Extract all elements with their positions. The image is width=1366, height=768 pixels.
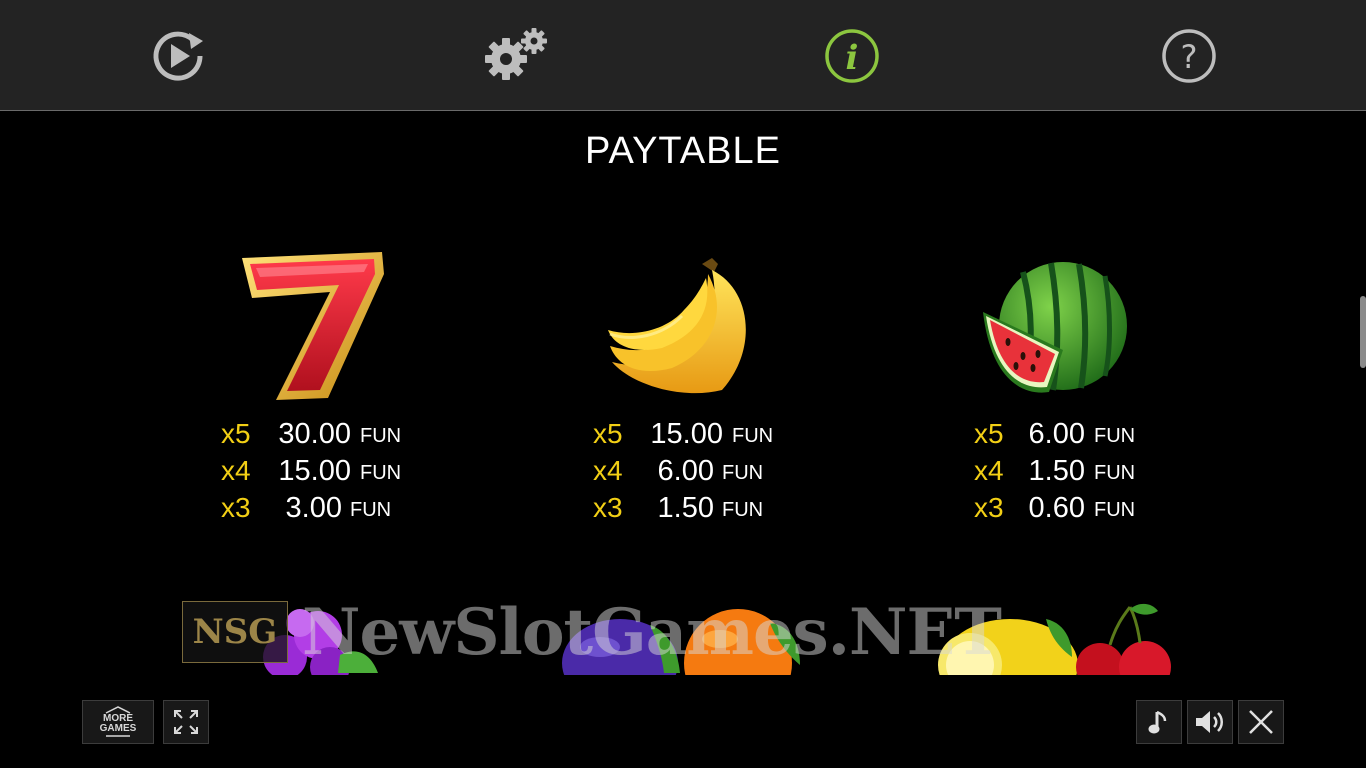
currency-unit: FUN [722, 462, 764, 484]
banana-icon [608, 258, 746, 394]
seven-icon [242, 252, 384, 400]
multiplier: x3 [221, 492, 251, 523]
svg-text:i: i [846, 38, 859, 78]
fullscreen-button[interactable] [163, 700, 209, 744]
payout-amount: 30.00 [278, 418, 351, 450]
more-games-button[interactable]: MORE GAMES [82, 700, 154, 744]
currency-unit: FUN [360, 462, 402, 484]
watermark: NSG NewSlotGames.NET [182, 595, 1002, 670]
info-button[interactable]: i [822, 26, 882, 86]
currency-unit: FUN [360, 425, 402, 447]
watermark-logo: NSG [182, 601, 288, 663]
top-toolbar: i ? [0, 0, 1366, 111]
payout-amount: 6.00 [657, 455, 714, 487]
music-button[interactable] [1136, 700, 1182, 744]
help-icon: ? [1162, 29, 1216, 83]
paytable-entry-seven: x5 30.00 FUN x4 15.00 FUN x3 3.00 FUN [130, 250, 490, 530]
currency-unit: FUN [1094, 462, 1136, 484]
pay-row: x3 0.60 FUN [873, 492, 1233, 529]
pay-row: x3 3.00 FUN [130, 492, 490, 529]
payout-amount: 3.00 [285, 492, 342, 524]
payout-amount: 15.00 [650, 418, 723, 450]
watermelon-icon [983, 262, 1127, 393]
payout-amount: 6.00 [1028, 418, 1085, 450]
underline-icon [106, 735, 130, 737]
pay-row: x5 6.00 FUN [873, 418, 1233, 455]
info-icon: i [825, 29, 879, 83]
pay-row: x4 1.50 FUN [873, 455, 1233, 492]
multiplier: x5 [221, 418, 251, 449]
payout-amount: 0.60 [1028, 492, 1085, 524]
music-icon [1148, 710, 1167, 734]
multiplier: x3 [593, 492, 623, 523]
pay-row: x5 30.00 FUN [130, 418, 490, 455]
close-icon [1249, 710, 1273, 734]
close-button[interactable] [1238, 700, 1284, 744]
pay-row: x5 15.00 FUN [502, 418, 862, 455]
multiplier: x4 [974, 455, 1004, 486]
currency-unit: FUN [350, 499, 392, 521]
multiplier: x3 [974, 492, 1004, 523]
watermark-text: NewSlotGames.NET [302, 594, 1002, 670]
gears-icon [485, 28, 547, 80]
cherries-icon [1076, 603, 1171, 675]
payout-amount: 15.00 [278, 455, 351, 487]
autoplay-icon [153, 31, 203, 81]
multiplier: x5 [974, 418, 1004, 449]
pay-row: x3 1.50 FUN [502, 492, 862, 529]
settings-button[interactable] [480, 26, 552, 86]
currency-unit: FUN [1094, 499, 1136, 521]
svg-text:?: ? [1181, 38, 1198, 76]
paytable-entry-banana: x5 15.00 FUN x4 6.00 FUN x3 1.50 FUN [502, 250, 862, 530]
multiplier: x4 [221, 455, 251, 486]
help-button[interactable]: ? [1159, 26, 1219, 86]
autoplay-button[interactable] [148, 26, 208, 86]
pay-row: x4 15.00 FUN [130, 455, 490, 492]
payout-amount: 1.50 [1028, 455, 1085, 487]
page-title: PAYTABLE [585, 130, 781, 172]
currency-unit: FUN [1094, 425, 1136, 447]
payout-amount: 1.50 [657, 492, 714, 524]
more-games-label-line2: GAMES [99, 723, 137, 734]
multiplier: x5 [593, 418, 623, 449]
fullscreen-icon [174, 710, 198, 734]
sound-button[interactable] [1187, 700, 1233, 744]
currency-unit: FUN [732, 425, 774, 447]
paytable-entry-watermelon: x5 6.00 FUN x4 1.50 FUN x3 0.60 FUN [873, 250, 1233, 530]
currency-unit: FUN [722, 499, 764, 521]
scrollbar-thumb[interactable] [1360, 296, 1366, 368]
pay-row: x4 6.00 FUN [502, 455, 862, 492]
sound-icon [1196, 711, 1223, 733]
multiplier: x4 [593, 455, 623, 486]
